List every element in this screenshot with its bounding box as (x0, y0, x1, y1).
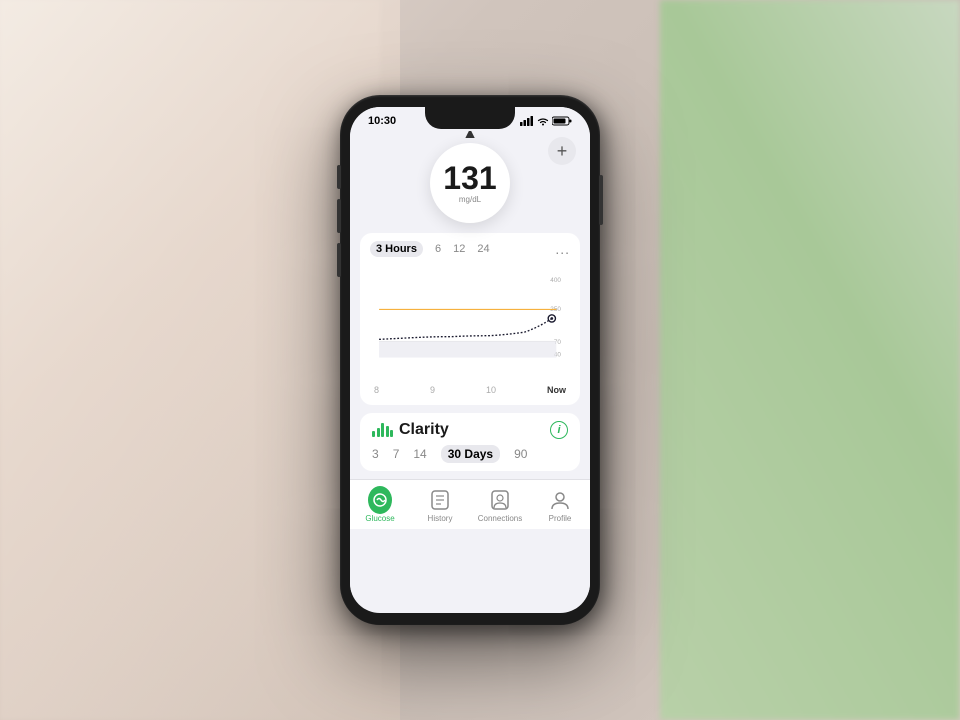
volume-up-button (337, 199, 341, 233)
clarity-bars-icon (372, 423, 393, 437)
phone-shell: 10:30 (340, 95, 600, 625)
history-nav-icon (428, 488, 452, 512)
bar-4 (386, 426, 389, 437)
chart-area: 400 250 70 40 (370, 263, 570, 383)
bar-5 (390, 430, 393, 437)
background-right (660, 0, 960, 720)
time-label-10: 10 (486, 385, 496, 395)
clarity-title: Clarity (399, 421, 449, 439)
time-label-9: 9 (430, 385, 435, 395)
app-content: + ▲ 131 mg/dL 3 Hours 6 12 (350, 131, 590, 609)
status-time: 10:30 (368, 115, 396, 127)
glucose-circle (368, 486, 392, 514)
more-options[interactable]: ... (555, 241, 570, 257)
chart-time-labels: 8 9 10 Now (370, 383, 570, 397)
notch (425, 107, 515, 129)
scene: 10:30 (0, 0, 960, 720)
profile-icon (549, 489, 571, 511)
nav-history[interactable]: History (415, 488, 465, 523)
power-button (599, 175, 603, 225)
glucose-bubble: ▲ 131 mg/dL (430, 143, 510, 223)
period-14[interactable]: 14 (413, 447, 426, 461)
mute-button (337, 165, 341, 189)
bar-3 (381, 423, 384, 437)
tab-12hours[interactable]: 12 (453, 243, 465, 255)
time-label-now: Now (547, 385, 566, 395)
status-icons (520, 116, 572, 126)
phone-wrapper: 10:30 (340, 95, 600, 625)
glucose-icon (372, 492, 388, 508)
glucose-section: + ▲ 131 mg/dL (350, 131, 590, 223)
period-tabs: 3 7 14 30 Days 90 (372, 445, 568, 463)
period-90[interactable]: 90 (514, 447, 527, 461)
signal-icon (520, 116, 534, 126)
bottom-nav: Glucose History (350, 479, 590, 529)
tab-24hours[interactable]: 24 (477, 243, 489, 255)
trend-arrow: ▲ (462, 131, 478, 143)
chart-section: 3 Hours 6 12 24 ... 400 250 70 (360, 233, 580, 405)
glucose-chart: 400 250 70 40 (370, 263, 570, 383)
tab-6hours[interactable]: 6 (435, 243, 441, 255)
connections-icon (489, 489, 511, 511)
clarity-title-area: Clarity (372, 421, 449, 439)
nav-glucose[interactable]: Glucose (355, 488, 405, 523)
connections-nav-label: Connections (478, 514, 522, 523)
history-icon (429, 489, 451, 511)
clarity-header: Clarity i (372, 421, 568, 439)
period-7[interactable]: 7 (393, 447, 400, 461)
svg-text:400: 400 (550, 277, 561, 284)
history-nav-label: History (428, 514, 453, 523)
profile-nav-icon (548, 488, 572, 512)
time-label-8: 8 (374, 385, 379, 395)
period-3[interactable]: 3 (372, 447, 379, 461)
glucose-unit: mg/dL (459, 195, 481, 204)
glucose-value: 131 (443, 162, 496, 194)
bar-2 (377, 428, 380, 437)
bar-1 (372, 431, 375, 437)
phone-screen: 10:30 (350, 107, 590, 613)
connections-nav-icon (488, 488, 512, 512)
add-button[interactable]: + (548, 137, 576, 165)
glucose-nav-label: Glucose (365, 514, 394, 523)
battery-icon (552, 116, 572, 126)
tab-3hours[interactable]: 3 Hours (370, 241, 423, 257)
info-button[interactable]: i (550, 421, 568, 439)
period-30[interactable]: 30 Days (441, 445, 500, 463)
wifi-icon (537, 117, 549, 126)
time-tabs: 3 Hours 6 12 24 ... (370, 241, 570, 257)
nav-profile[interactable]: Profile (535, 488, 585, 523)
clarity-section: Clarity i 3 7 14 30 Days 90 (360, 413, 580, 471)
nav-connections[interactable]: Connections (475, 488, 525, 523)
volume-down-button (337, 243, 341, 277)
profile-nav-label: Profile (549, 514, 572, 523)
glucose-nav-icon (368, 488, 392, 512)
